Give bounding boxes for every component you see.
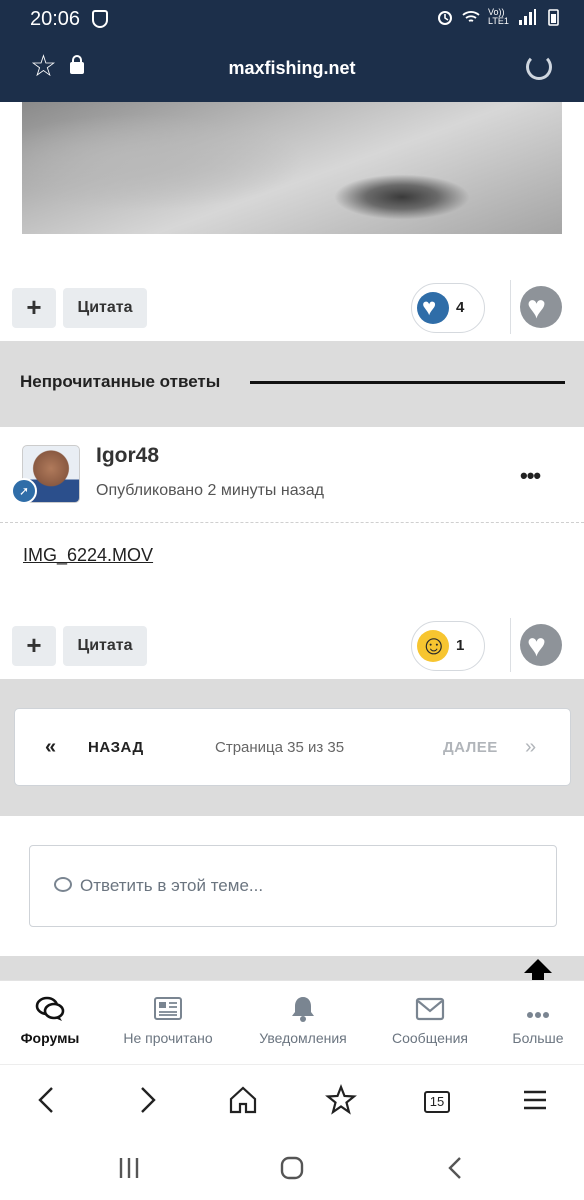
shield-icon bbox=[92, 10, 108, 28]
forward-icon[interactable] bbox=[130, 1083, 164, 1117]
menu-icon[interactable] bbox=[518, 1083, 552, 1117]
heart-reaction-icon bbox=[417, 292, 449, 324]
alarm-icon bbox=[438, 11, 452, 25]
nav-label: Не прочитано bbox=[123, 1030, 213, 1046]
multiquote-button[interactable]: + bbox=[12, 288, 56, 328]
like-heart-icon[interactable] bbox=[520, 286, 562, 328]
wifi-icon bbox=[462, 11, 480, 22]
nav-label: Сообщения bbox=[392, 1030, 468, 1046]
author-name[interactable]: Igor48 bbox=[96, 444, 159, 468]
reply-placeholder: Ответить в этой теме... bbox=[80, 876, 264, 895]
reload-icon[interactable] bbox=[526, 54, 552, 80]
signal-icon bbox=[519, 9, 536, 25]
url-bar: ☆ maxfishing.net bbox=[0, 44, 584, 94]
nav-more[interactable]: Больше bbox=[496, 981, 580, 1065]
system-nav bbox=[0, 1134, 584, 1200]
envelope-icon bbox=[415, 997, 445, 1021]
next-page-button: ДАЛЕЕ bbox=[443, 739, 498, 756]
section-rule bbox=[250, 381, 565, 384]
url-domain[interactable]: maxfishing.net bbox=[0, 58, 584, 79]
nav-unread[interactable]: Не прочитано bbox=[108, 981, 228, 1065]
post-actions: + Цитата 4 bbox=[0, 280, 584, 342]
quote-button[interactable]: Цитата bbox=[63, 626, 147, 666]
bottom-nav: Форумы Не прочитано Уведомления Сообщени… bbox=[0, 980, 584, 1064]
nav-label: Уведомления bbox=[259, 1030, 347, 1046]
footer-band bbox=[0, 956, 584, 980]
back-icon[interactable] bbox=[30, 1083, 64, 1117]
post-photo[interactable] bbox=[22, 102, 562, 234]
next-arrow-icon: » bbox=[525, 736, 537, 758]
system-back-icon[interactable] bbox=[440, 1152, 472, 1184]
nav-forums[interactable]: Форумы bbox=[0, 981, 100, 1065]
post-actions: + Цитата 1 bbox=[0, 618, 584, 680]
browser-toolbar: 15 bbox=[0, 1064, 584, 1134]
reply-input[interactable]: Ответить в этой теме... bbox=[29, 845, 557, 927]
post-content: IMG_6224.MOV bbox=[0, 523, 584, 615]
newspaper-icon bbox=[154, 997, 182, 1020]
status-bar: 20:06 Vo)) LTE1 bbox=[0, 0, 584, 38]
post-timestamp: Опубликовано 2 минуты назад bbox=[96, 482, 324, 499]
home-icon[interactable] bbox=[226, 1083, 260, 1117]
tab-count: 15 bbox=[424, 1091, 450, 1113]
battery-icon bbox=[548, 9, 559, 26]
chat-bubbles-icon bbox=[35, 996, 65, 1021]
reaction-summary[interactable]: 1 bbox=[411, 621, 485, 671]
status-icons: Vo)) LTE1 bbox=[436, 8, 562, 26]
page-indicator[interactable]: Страница 35 из 35 bbox=[215, 739, 344, 756]
divider bbox=[510, 280, 511, 334]
reply-section: Ответить в этой теме... bbox=[0, 816, 584, 956]
pagination: « НАЗАД Страница 35 из 35 ДАЛЕЕ » bbox=[14, 708, 571, 786]
divider bbox=[510, 618, 511, 672]
like-heart-icon[interactable] bbox=[520, 624, 562, 666]
nav-messages[interactable]: Сообщения bbox=[370, 981, 490, 1065]
nav-label: Форумы bbox=[20, 1030, 80, 1046]
reaction-count: 4 bbox=[456, 299, 465, 316]
reaction-summary[interactable]: 4 bbox=[411, 283, 485, 333]
browser-header: 20:06 Vo)) LTE1 ☆ maxfishing.net bbox=[0, 0, 584, 102]
attachment-link[interactable]: IMG_6224.MOV bbox=[23, 545, 153, 566]
network-label: Vo)) LTE1 bbox=[488, 7, 509, 26]
nav-notifications[interactable]: Уведомления bbox=[243, 981, 363, 1065]
home-button-icon[interactable] bbox=[276, 1152, 308, 1184]
multiquote-button[interactable]: + bbox=[12, 626, 56, 666]
rocket-icon: ➚ bbox=[11, 478, 37, 504]
reaction-count: 1 bbox=[456, 637, 465, 654]
post-author-block: ➚ Igor48 Опубликовано 2 минуты назад ••• bbox=[0, 427, 584, 523]
laugh-reaction-icon bbox=[417, 629, 449, 662]
prev-arrow-icon[interactable]: « bbox=[45, 736, 56, 759]
nav-label: Больше bbox=[512, 1030, 564, 1046]
status-time: 20:06 bbox=[30, 8, 81, 30]
bell-icon bbox=[292, 997, 314, 1022]
more-icon bbox=[527, 1012, 549, 1018]
comment-icon bbox=[54, 877, 72, 892]
recents-icon[interactable] bbox=[113, 1152, 145, 1184]
more-options-icon[interactable]: ••• bbox=[520, 465, 541, 487]
prev-page-button[interactable]: НАЗАД bbox=[88, 739, 144, 756]
section-title: Непрочитанные ответы bbox=[20, 372, 221, 391]
quote-button[interactable]: Цитата bbox=[63, 288, 147, 328]
tabs-icon[interactable]: 15 bbox=[420, 1083, 454, 1117]
bookmarks-star-icon[interactable] bbox=[324, 1083, 358, 1117]
